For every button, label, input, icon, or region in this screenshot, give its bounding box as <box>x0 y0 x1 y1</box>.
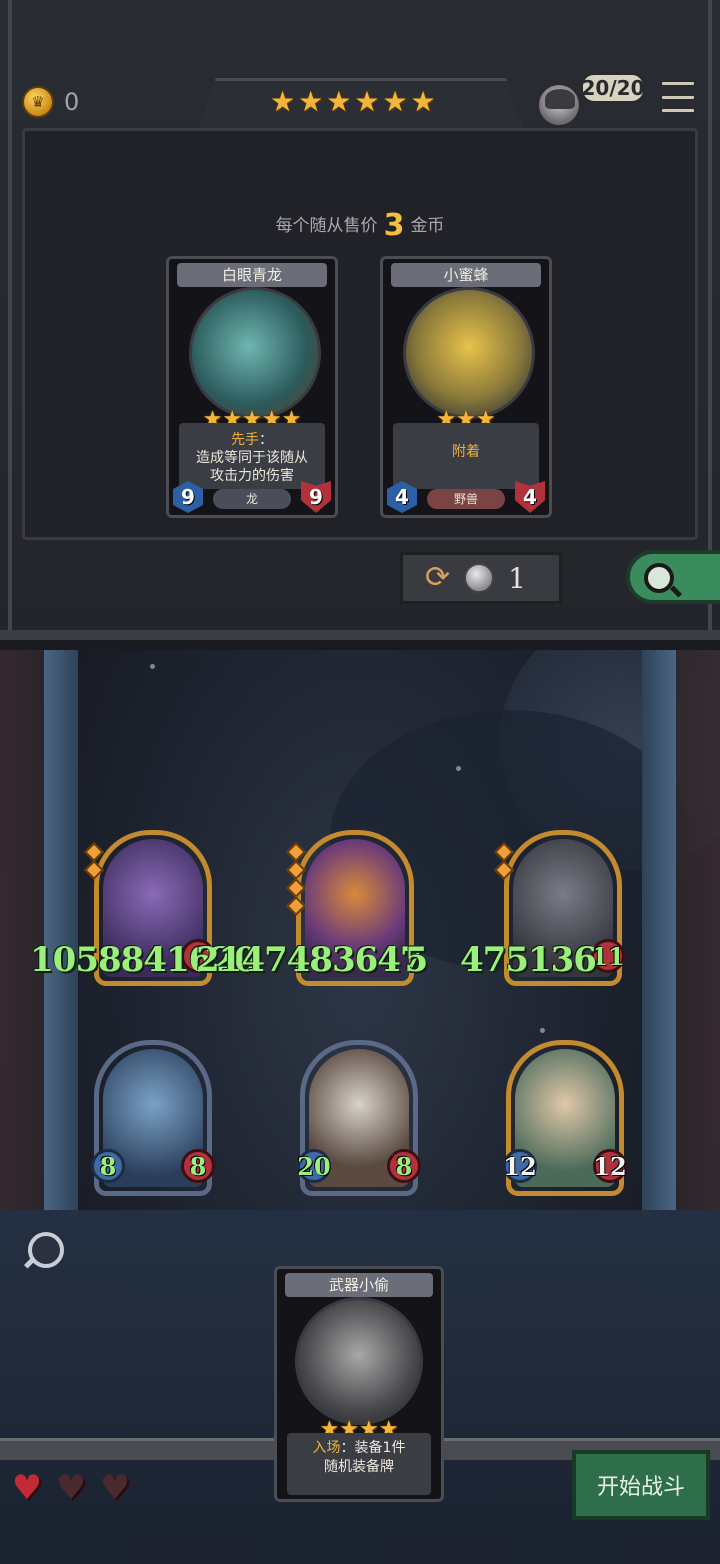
card-description: 入场：装备1件 随机装备牌 <box>287 1433 431 1495</box>
refresh-shop-button[interactable]: ⟳ 1 <box>400 552 562 604</box>
minion-2-attack: 2147483647 <box>196 940 424 980</box>
card-text-line: 随机装备牌 <box>324 1459 394 1475</box>
shop-card-1[interactable]: 白眼青龙 ★★★★★ 先手： 造成等同于该随从 攻击力的伤害 龙 9 9 <box>166 256 338 518</box>
card-name: 武器小偷 <box>285 1273 433 1297</box>
magnifier-icon <box>644 563 674 593</box>
inspect-icon[interactable] <box>28 1232 64 1268</box>
star-icon: ★ <box>382 85 408 118</box>
minion-health: 11 <box>591 939 625 973</box>
star-icon: ★ <box>326 85 352 118</box>
hand-card[interactable]: 武器小偷 ★★★★ 入场：装备1件 随机装备牌 <box>274 1266 444 1502</box>
sell-price-hint: 每个随从售价 3 金币 <box>0 208 720 243</box>
minion-health: 8 <box>181 1149 215 1183</box>
hero-avatar[interactable] <box>536 82 582 128</box>
minion-health: 8 <box>387 1149 421 1183</box>
dragon-portrait <box>189 287 321 419</box>
thief-portrait <box>295 1297 423 1425</box>
keyword-separator: ： <box>259 432 273 448</box>
minion-2-stats: 21474836475 <box>196 940 429 980</box>
minion-health: 12 <box>593 1149 627 1183</box>
card-tribe: 龙 <box>213 489 291 509</box>
minion-attack: 20 <box>297 1149 331 1183</box>
star-dot <box>456 766 461 771</box>
star-icon: ★ <box>270 85 296 118</box>
board-minion-6[interactable]: 12 12 <box>503 1040 627 1196</box>
minion-attack: 8 <box>91 1149 125 1183</box>
start-battle-button[interactable]: 开始战斗 <box>572 1450 710 1520</box>
shop-card-2[interactable]: 小蜜蜂 ★★★ 附着 野兽 4 4 <box>380 256 552 518</box>
sell-prefix: 每个随从售价 <box>275 216 378 236</box>
keyword-separator: ： <box>340 1440 355 1456</box>
menu-icon[interactable] <box>660 80 696 114</box>
board-minion-5[interactable]: 20 8 <box>297 1040 421 1196</box>
lives-indicator: ♥ ♥ ♥ <box>8 1470 134 1506</box>
star-icon: ★ <box>298 85 324 118</box>
card-description: 附着 <box>393 423 539 489</box>
crown-coin-icon: ♛ <box>22 86 54 118</box>
sell-price: 3 <box>383 208 405 243</box>
heart-icon: ♥ <box>11 1468 43 1508</box>
star-icon: ★ <box>410 85 436 118</box>
hero-health-badge: 20/20 <box>580 72 646 104</box>
minion-attack: 12 <box>503 1149 537 1183</box>
tavern-tier-stars: ★ ★ ★ ★ ★ ★ <box>270 88 436 116</box>
heart-empty-icon: ♥ <box>55 1468 87 1508</box>
card-keyword: 先手 <box>231 432 259 448</box>
star-icon: ★ <box>354 85 380 118</box>
card-text-line: 攻击力的伤害 <box>210 468 294 484</box>
card-keyword: 附着 <box>452 444 480 460</box>
gold-counter: ♛ 0 <box>22 86 79 118</box>
refresh-icon: ⟳ <box>425 560 451 595</box>
card-name: 白眼青龙 <box>177 263 327 287</box>
sell-suffix: 金币 <box>410 216 445 236</box>
star-dot <box>540 1028 545 1033</box>
card-name: 小蜜蜂 <box>391 263 541 287</box>
gold-value: 0 <box>64 88 80 116</box>
refresh-cost: 1 <box>508 561 526 595</box>
card-description: 先手： 造成等同于该随从 攻击力的伤害 <box>179 423 325 489</box>
card-keyword: 入场 <box>312 1440 341 1456</box>
heart-empty-icon: ♥ <box>99 1468 131 1508</box>
star-dot <box>150 664 155 669</box>
card-tribe: 野兽 <box>427 489 505 509</box>
shop-area <box>22 128 698 540</box>
minion-2-health: 5 <box>404 940 429 980</box>
silver-coin-icon <box>464 563 495 593</box>
bee-portrait <box>403 287 535 419</box>
search-button[interactable] <box>626 550 720 604</box>
card-text-line: 装备1件 <box>354 1440 406 1456</box>
minion-3-attack: 475136 <box>460 940 597 980</box>
board-minion-4[interactable]: 8 8 <box>91 1040 215 1196</box>
card-text-line: 造成等同于该随从 <box>196 450 308 466</box>
